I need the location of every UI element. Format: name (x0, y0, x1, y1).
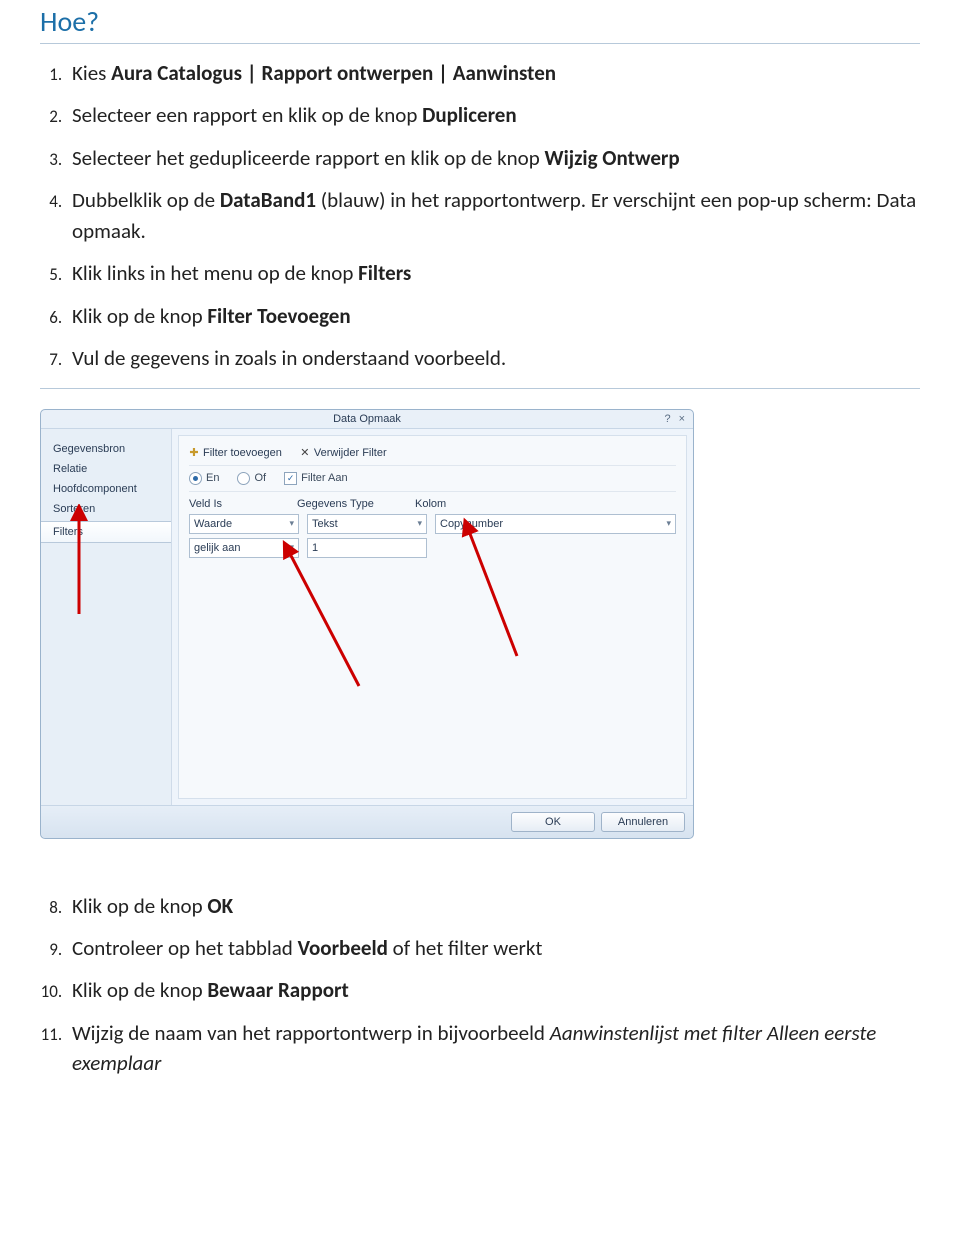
step-bold: Wijzig Ontwerp (545, 145, 680, 171)
radio-dot-icon (237, 472, 250, 485)
check-icon: ✓ (284, 472, 297, 485)
dialog-titlebar: Data Opmaak ? × (41, 410, 693, 428)
sidebar-item-gegevensbron[interactable]: Gegevensbron (41, 439, 171, 459)
step-7: Vul de gegevens in zoals in onderstaand … (66, 343, 920, 373)
radio-dot-icon (189, 472, 202, 485)
ok-button[interactable]: OK (511, 812, 595, 832)
step-text: Kies (72, 60, 111, 86)
step-11: Wijzig de naam van het rapportontwerp in… (66, 1018, 920, 1079)
divider (40, 388, 920, 389)
step-1: Kies Aura Catalogus | Rapport ontwerpen … (66, 58, 920, 88)
dialog-content: ✚ Filter toevoegen ✕ Verwijder Filter En (178, 435, 687, 799)
input-value[interactable]: 1 (307, 538, 427, 558)
plus-icon: ✚ (189, 446, 199, 459)
remove-filter-button[interactable]: ✕ Verwijder Filter (300, 446, 387, 459)
x-icon: ✕ (300, 446, 310, 459)
options-row: En Of ✓ Filter Aan (189, 466, 676, 492)
steps-list-continued: Klik op de knop OK Controleer op het tab… (66, 891, 920, 1079)
step-text: Selecteer het gedupliceerde rapport en k… (72, 145, 545, 171)
step-4: Dubbelklik op de DataBand1 (blauw) in he… (66, 185, 920, 246)
dialog-footer: OK Annuleren (41, 805, 693, 838)
header-veld-is: Veld Is (189, 498, 289, 510)
step-text: Klik op de knop (72, 977, 207, 1003)
filter-fields: Veld Is Gegevens Type Kolom Waarde Tekst… (189, 492, 676, 558)
radio-en[interactable]: En (189, 472, 219, 485)
cancel-button[interactable]: Annuleren (601, 812, 685, 832)
header-gegevens-type: Gegevens Type (297, 498, 407, 510)
step-8: Klik op de knop OK (66, 891, 920, 921)
arrow-icon (269, 536, 389, 696)
checkbox-filter-aan[interactable]: ✓ Filter Aan (284, 472, 347, 485)
step-6: Klik op de knop Filter Toevoegen (66, 301, 920, 331)
radio-label: En (206, 472, 219, 484)
combo-veld-is[interactable]: Waarde (189, 514, 299, 534)
toolbar-label: Filter toevoegen (203, 447, 282, 459)
radio-label: Of (254, 472, 266, 484)
sidebar-item-sorteren[interactable]: Sorteren (41, 499, 171, 519)
checkbox-label: Filter Aan (301, 472, 347, 484)
add-filter-button[interactable]: ✚ Filter toevoegen (189, 446, 282, 459)
step-bold: DataBand1 (220, 187, 316, 213)
header-kolom: Kolom (415, 498, 676, 510)
screenshot-dialog: Data Opmaak ? × Gegevensbron Relatie Hoo… (40, 409, 694, 839)
step-bold: Aura Catalogus | Rapport ontwerpen | Aan… (111, 60, 556, 86)
step-bold: Voorbeeld (298, 935, 388, 961)
divider (40, 43, 920, 44)
step-bold: OK (207, 893, 233, 919)
step-bold: Filters (358, 260, 411, 286)
step-5: Klik links in het menu op de knop Filter… (66, 258, 920, 288)
step-text: Wijzig de naam van het rapportontwerp in… (72, 1020, 550, 1046)
step-text: Selecteer een rapport en klik op de knop (72, 102, 422, 128)
step-text: Klik links in het menu op de knop (72, 260, 358, 286)
toolbar-label: Verwijder Filter (314, 447, 387, 459)
help-icon[interactable]: ? (664, 413, 670, 425)
step-2: Selecteer een rapport en klik op de knop… (66, 100, 920, 130)
steps-list: Kies Aura Catalogus | Rapport ontwerpen … (66, 58, 920, 374)
combo-kolom[interactable]: Copynumber (435, 514, 676, 534)
step-3: Selecteer het gedupliceerde rapport en k… (66, 143, 920, 173)
step-text: Controleer op het tabblad (72, 935, 298, 961)
step-text: Klik op de knop (72, 893, 207, 919)
sidebar-item-filters[interactable]: Filters (41, 521, 171, 543)
section-heading: Hoe? (40, 4, 920, 39)
step-bold: Dupliceren (422, 102, 517, 128)
step-bold: Bewaar Rapport (207, 977, 348, 1003)
step-9: Controleer op het tabblad Voorbeeld of h… (66, 933, 920, 963)
step-text: of het filter werkt (388, 935, 542, 961)
step-text: Vul de gegevens in zoals in onderstaand … (72, 345, 506, 371)
step-10: Klik op de knop Bewaar Rapport (66, 975, 920, 1005)
combo-gegevens-type[interactable]: Tekst (307, 514, 427, 534)
sidebar-item-relatie[interactable]: Relatie (41, 459, 171, 479)
radio-of[interactable]: Of (237, 472, 266, 485)
step-text: Dubbelklik op de (72, 187, 220, 213)
step-text: Klik op de knop (72, 303, 207, 329)
dialog-title: Data Opmaak (333, 413, 401, 425)
combo-operator[interactable]: gelijk aan (189, 538, 299, 558)
close-icon[interactable]: × (679, 413, 685, 425)
sidebar-item-hoofdcomponent[interactable]: Hoofdcomponent (41, 479, 171, 499)
step-bold: Filter Toevoegen (207, 303, 350, 329)
filter-toolbar: ✚ Filter toevoegen ✕ Verwijder Filter (189, 444, 676, 466)
dialog-sidebar: Gegevensbron Relatie Hoofdcomponent Sort… (41, 429, 172, 805)
